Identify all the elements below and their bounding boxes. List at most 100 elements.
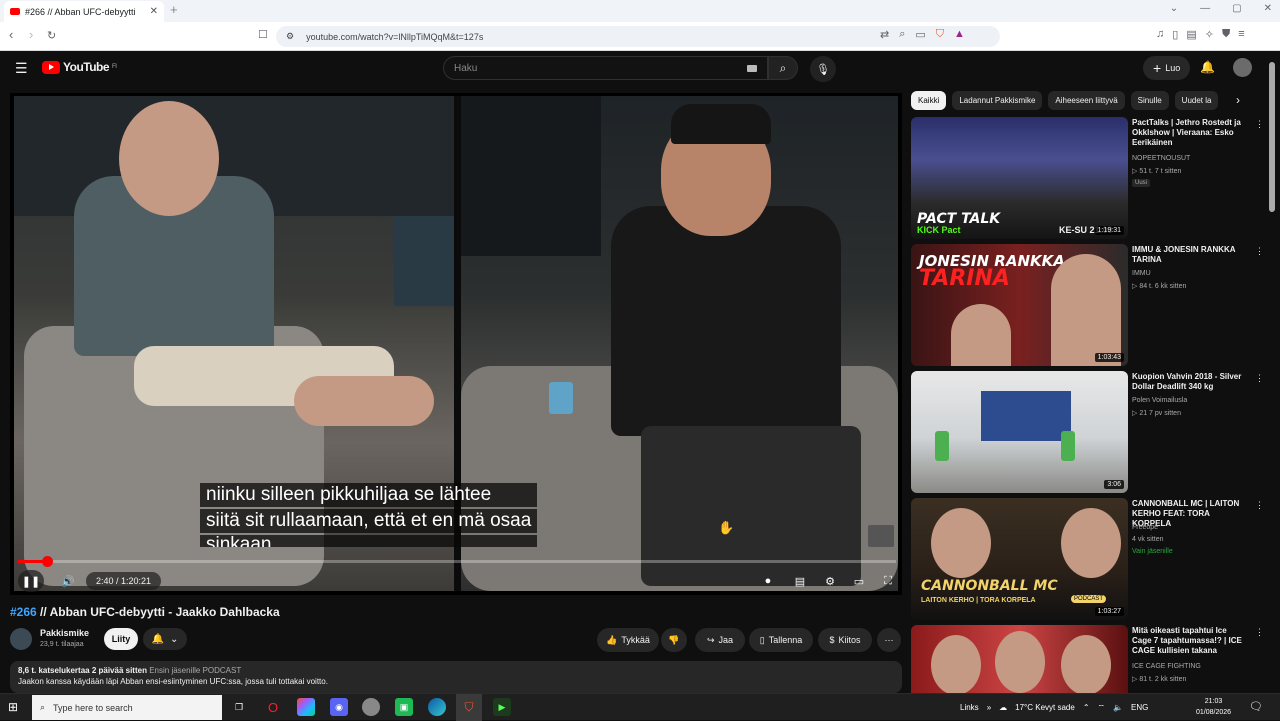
- more-options-icon[interactable]: ⋮: [1255, 119, 1264, 130]
- site-settings-icon[interactable]: ⚙: [286, 31, 294, 42]
- taskbar-search-input[interactable]: ⌕ Type here to search: [32, 695, 222, 720]
- thumbnail-subtext: TARINA: [919, 266, 1010, 291]
- search-input[interactable]: Haku: [443, 56, 768, 80]
- more-actions-button[interactable]: ⋯: [877, 628, 901, 652]
- youtube-logo[interactable]: YouTube FI: [42, 60, 117, 74]
- notifications-bell-icon[interactable]: 🔔: [1200, 60, 1215, 74]
- theater-mode-button[interactable]: ▭: [847, 570, 871, 592]
- create-button[interactable]: + Luo: [1143, 56, 1191, 80]
- browser-tab-strip: #266 // Abban UFC-debyytti ✕ + ⌄ — ▢ ✕: [0, 0, 1280, 22]
- recommendation-item[interactable]: JONESIN RANKKA TARINA 1:03:43 IMMU & JON…: [911, 244, 1271, 366]
- hashtag-link[interactable]: #266: [10, 605, 37, 619]
- chip-new[interactable]: Uudet la: [1174, 91, 1219, 110]
- recommendation-item[interactable]: CANNONBALL MC LAITON KERHO | TORA KORPEL…: [911, 498, 1271, 620]
- chevron-right-icon[interactable]: ›: [1236, 93, 1240, 107]
- more-options-icon[interactable]: ⋮: [1255, 500, 1264, 511]
- back-icon[interactable]: ‹: [9, 27, 13, 42]
- keyboard-icon[interactable]: [747, 64, 757, 72]
- url-text: youtube.com/watch?v=lNllpTiMQqM&t=127s: [306, 31, 484, 42]
- app-icon[interactable]: ▶: [493, 698, 511, 716]
- recommendation-item[interactable]: 3:06 Kuopion Vahvin 2018 - Silver Dollar…: [911, 371, 1271, 493]
- clock[interactable]: 21:03 01/08/2026: [1196, 696, 1231, 718]
- task-view-icon[interactable]: ❐: [230, 698, 248, 716]
- thanks-button[interactable]: $ Kiitos: [818, 628, 872, 652]
- figma-icon[interactable]: [297, 698, 315, 716]
- subtitles-button[interactable]: ▤: [788, 570, 812, 592]
- reload-icon[interactable]: ↻: [47, 29, 56, 42]
- speaker-icon[interactable]: 🔈: [1113, 703, 1123, 712]
- notifications-icon[interactable]: 🗨: [1249, 700, 1263, 713]
- more-options-icon[interactable]: ⋮: [1255, 373, 1264, 384]
- translate-icon[interactable]: ⇄: [880, 28, 889, 41]
- pause-button[interactable]: ❚❚: [18, 570, 44, 592]
- scrollbar-thumb[interactable]: [1269, 62, 1275, 212]
- video-thumbnail[interactable]: [911, 625, 1128, 693]
- channel-name[interactable]: Pakkismike: [40, 628, 89, 638]
- join-button[interactable]: Liity: [104, 628, 138, 650]
- weather-text[interactable]: 17°C Kevyt sade: [1015, 703, 1075, 712]
- settings-button[interactable]: ⚙: [818, 570, 842, 592]
- fullscreen-button[interactable]: ⛶: [876, 570, 900, 592]
- new-tab-button[interactable]: +: [170, 2, 178, 17]
- chip-for-you[interactable]: Sinulle: [1130, 91, 1169, 110]
- chevron-up-icon[interactable]: ⌃: [1083, 703, 1090, 712]
- channel-watermark[interactable]: [868, 525, 894, 547]
- maximize-icon[interactable]: ▢: [1232, 3, 1241, 14]
- chevron-down-icon[interactable]: ⌄: [1170, 3, 1178, 14]
- chip-related[interactable]: Aiheeseen liittyvä: [1048, 91, 1125, 110]
- search-button[interactable]: ⌕: [768, 56, 798, 80]
- minimize-icon[interactable]: —: [1200, 3, 1210, 14]
- browser-tab[interactable]: #266 // Abban UFC-debyytti ✕: [4, 1, 164, 22]
- autoplay-toggle[interactable]: ●: [756, 570, 780, 592]
- subscription-bell-button[interactable]: 🔔 ⌄: [143, 628, 187, 650]
- share-button[interactable]: ↪ Jaa: [695, 628, 745, 652]
- channel-avatar[interactable]: [10, 628, 32, 650]
- ai-icon[interactable]: ✧: [1205, 28, 1214, 41]
- more-options-icon[interactable]: ⋮: [1255, 627, 1264, 638]
- user-avatar[interactable]: [1233, 58, 1252, 77]
- bookmark-icon[interactable]: ☐: [258, 28, 268, 41]
- video-thumbnail[interactable]: JONESIN RANKKA TARINA 1:03:43: [911, 244, 1128, 366]
- brave-taskbar-button[interactable]: ⛉: [456, 694, 482, 721]
- chip-all[interactable]: Kaikki: [911, 91, 947, 110]
- cast-icon[interactable]: ▭: [915, 28, 925, 41]
- wallet-icon[interactable]: ▤: [1186, 28, 1196, 41]
- links-toolbar[interactable]: Links: [960, 703, 979, 712]
- menu-icon[interactable]: ≡: [1238, 28, 1244, 41]
- dislike-button[interactable]: 👎: [661, 628, 687, 652]
- hamburger-menu-icon[interactable]: ☰: [15, 60, 28, 77]
- recommendation-item[interactable]: Mitä oikeasti tapahtui Ice Cage 7 tapaht…: [911, 625, 1271, 693]
- brave-shield-icon[interactable]: ⛉: [936, 28, 944, 41]
- app-icon[interactable]: [362, 698, 380, 716]
- progress-scrubber[interactable]: [41, 556, 53, 567]
- forward-icon[interactable]: ›: [29, 27, 33, 42]
- sidebar-icon[interactable]: ▯: [1172, 28, 1178, 41]
- close-window-icon[interactable]: ✕: [1264, 3, 1272, 14]
- edge-icon[interactable]: [428, 698, 446, 716]
- music-icon[interactable]: ♫: [1156, 28, 1164, 41]
- progress-bar[interactable]: [18, 556, 896, 567]
- vpn-icon[interactable]: ⛊: [1222, 28, 1230, 41]
- language-indicator[interactable]: ENG: [1131, 703, 1148, 712]
- app-icon[interactable]: ▣: [395, 698, 413, 716]
- chip-uploaded-by[interactable]: Ladannut Pakkismike: [952, 91, 1043, 110]
- discord-icon[interactable]: ◉: [330, 698, 348, 716]
- volume-button[interactable]: 🔊: [56, 570, 80, 592]
- description-box[interactable]: 8,6 t. katselukertaa 2 päivää sitten Ens…: [10, 661, 902, 693]
- brave-rewards-icon[interactable]: ▲: [954, 28, 965, 41]
- windows-start-icon[interactable]: ⊞: [8, 700, 18, 714]
- video-thumbnail[interactable]: CANNONBALL MC LAITON KERHO | TORA KORPEL…: [911, 498, 1128, 620]
- page-scrollbar[interactable]: [1268, 62, 1276, 690]
- video-thumbnail[interactable]: PACT TALK KICK Pact KE-SU 21:00 1:19:31: [911, 117, 1128, 239]
- more-options-icon[interactable]: ⋮: [1255, 246, 1264, 257]
- voice-search-button[interactable]: 🎙: [810, 56, 836, 82]
- save-button[interactable]: ▯ Tallenna: [749, 628, 813, 652]
- like-button[interactable]: 👍 Tykkää: [597, 628, 659, 652]
- network-icon[interactable]: ⌔: [1098, 703, 1106, 713]
- zoom-icon[interactable]: ⌕: [899, 28, 905, 41]
- recommendation-item[interactable]: PACT TALK KICK Pact KE-SU 21:00 1:19:31 …: [911, 117, 1271, 239]
- video-thumbnail[interactable]: 3:06: [911, 371, 1128, 493]
- tab-close-icon[interactable]: ✕: [150, 6, 158, 17]
- video-player[interactable]: niinku silleen pikkuhiljaa se lähtee sii…: [10, 93, 902, 595]
- opera-icon[interactable]: O: [264, 698, 282, 716]
